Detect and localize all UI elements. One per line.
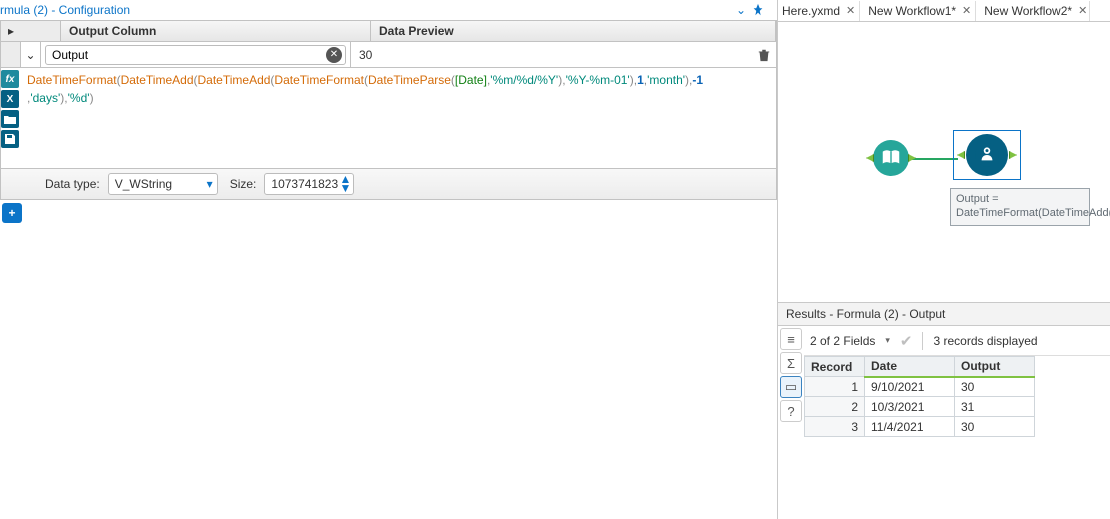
datatype-row: Data type: V_WString ▾ Size: 1073741823 … (0, 168, 777, 200)
add-formula-button[interactable]: + (2, 203, 22, 223)
save-expression-icon[interactable] (1, 130, 19, 148)
header-data-preview: Data Preview (371, 21, 776, 41)
results-table: Record Date Output 19/10/202130210/3/202… (804, 356, 1035, 437)
datatype-label: Data type: (5, 177, 102, 191)
cell-record: 3 (805, 417, 865, 437)
expression-editor[interactable]: DateTimeFormat(DateTimeAdd(DateTimeAdd(D… (21, 68, 776, 168)
data-preview-value: 30 (351, 42, 752, 67)
configuration-titlebar: rmula (2) - Configuration ⌄ (0, 0, 777, 20)
table-row[interactable]: 19/10/202130 (805, 377, 1035, 397)
results-panel: ≡ Σ ▭ ? 2 of 2 Fields ▾ ✔ 3 records disp… (778, 326, 1110, 437)
results-panel-title: Results - Formula (2) - Output (778, 302, 1110, 326)
col-header-output[interactable]: Output (955, 357, 1035, 377)
cell-output: 30 (955, 377, 1035, 397)
workflow-tabbar: Here.yxmd ✕ New Workflow1* ✕ New Workflo… (778, 0, 1110, 22)
panel-collapse-chevron-icon[interactable]: ⌄ (731, 3, 751, 17)
workflow-tab[interactable]: New Workflow2* ✕ (976, 1, 1090, 21)
column-spacer (21, 21, 61, 41)
clear-input-icon[interactable]: ✕ (326, 47, 342, 63)
results-data-icon[interactable]: ▭ (780, 376, 802, 398)
text-input-tool-icon (873, 140, 909, 176)
open-expression-icon[interactable] (1, 110, 19, 128)
col-header-date[interactable]: Date (865, 357, 955, 377)
fields-dropdown-icon[interactable]: ▾ (885, 335, 890, 346)
results-view-switcher: ≡ Σ ▭ ? (778, 326, 804, 437)
right-pane: Here.yxmd ✕ New Workflow1* ✕ New Workflo… (778, 0, 1110, 519)
formula-grid-header: ▸ Output Column Data Preview (0, 20, 777, 42)
node-input-pin-icon[interactable] (866, 154, 874, 162)
apply-check-icon[interactable]: ✔ (900, 332, 913, 350)
cell-date: 9/10/2021 (865, 377, 955, 397)
node-input-pin-icon[interactable] (957, 151, 965, 159)
workflow-tab[interactable]: Here.yxmd ✕ (780, 1, 860, 21)
configuration-title: rmula (2) - Configuration (0, 3, 731, 17)
datatype-value: V_WString (115, 177, 172, 191)
columns-icon[interactable]: X (1, 90, 19, 108)
tab-close-icon[interactable]: ✕ (962, 4, 971, 17)
table-row[interactable]: 311/4/202130 (805, 417, 1035, 437)
cell-date: 10/3/2021 (865, 397, 955, 417)
fields-summary: 2 of 2 Fields (810, 334, 875, 348)
node-output-pin-icon[interactable] (908, 154, 916, 162)
header-output-column: Output Column (61, 21, 371, 41)
size-input[interactable]: 1073741823 ▲▼ (264, 173, 354, 195)
col-header-record[interactable]: Record (805, 357, 865, 377)
datatype-select[interactable]: V_WString ▾ (108, 173, 218, 195)
row-expand-chevron-icon[interactable]: ⌄ (21, 42, 41, 67)
row-toggle-icon[interactable] (1, 42, 21, 67)
configuration-panel: rmula (2) - Configuration ⌄ ▸ Output Col… (0, 0, 778, 519)
toolbar-divider (922, 332, 923, 350)
formula-tool-icon (966, 134, 1008, 176)
pin-icon[interactable] (751, 3, 771, 17)
collapse-all-icon[interactable]: ▸ (1, 21, 21, 41)
results-hamburger-icon[interactable]: ≡ (780, 328, 802, 350)
tab-close-icon[interactable]: ✕ (846, 4, 855, 17)
tab-label: Here.yxmd (782, 4, 840, 18)
delete-row-icon[interactable] (752, 42, 776, 67)
formula-tool-node[interactable] (953, 130, 1021, 180)
fx-functions-icon[interactable]: fx (1, 70, 19, 88)
output-column-input[interactable] (45, 45, 346, 65)
cell-record: 2 (805, 397, 865, 417)
spin-down-icon[interactable]: ▼ (340, 184, 352, 193)
formula-field-row: ⌄ ✕ 30 (0, 42, 777, 68)
dropdown-arrow-icon: ▾ (207, 177, 213, 191)
tab-close-icon[interactable]: ✕ (1078, 4, 1087, 17)
tab-label: New Workflow1* (868, 4, 956, 18)
tool-annotation: Output = DateTimeFormat(DateTimeAdd(Date… (950, 188, 1090, 226)
size-label: Size: (224, 177, 259, 191)
results-sigma-icon[interactable]: Σ (780, 352, 802, 374)
size-spinner[interactable]: ▲▼ (340, 175, 352, 193)
results-toolbar: 2 of 2 Fields ▾ ✔ 3 records displayed (804, 326, 1110, 356)
workflow-tab[interactable]: New Workflow1* ✕ (860, 1, 976, 21)
tab-label: New Workflow2* (984, 4, 1072, 18)
input-tool-node[interactable] (866, 140, 916, 176)
expression-palette: fx X (1, 68, 21, 168)
cell-output: 31 (955, 397, 1035, 417)
workflow-canvas[interactable]: Output = DateTimeFormat(DateTimeAdd(Date… (778, 22, 1110, 302)
cell-record: 1 (805, 377, 865, 397)
size-value: 1073741823 (271, 177, 338, 191)
records-summary: 3 records displayed (933, 334, 1037, 348)
table-row[interactable]: 210/3/202131 (805, 397, 1035, 417)
cell-date: 11/4/2021 (865, 417, 955, 437)
node-output-pin-icon[interactable] (1009, 151, 1017, 159)
expression-row: fx X DateTimeFormat(DateTimeAdd(DateTime… (0, 68, 777, 168)
results-help-icon[interactable]: ? (780, 400, 802, 422)
cell-output: 30 (955, 417, 1035, 437)
